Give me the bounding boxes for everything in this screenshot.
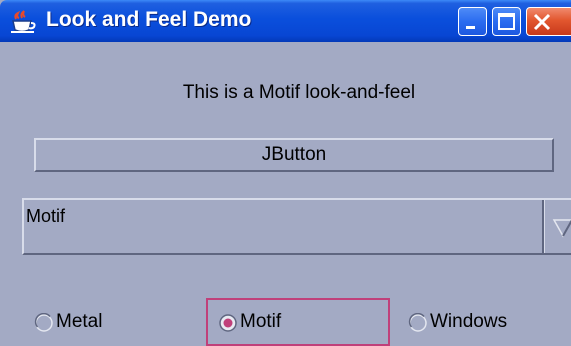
maximize-button[interactable] <box>492 7 521 36</box>
java-coffee-cup-icon <box>11 10 36 33</box>
radio-windows[interactable]: Windows <box>408 310 538 336</box>
look-and-feel-combo[interactable]: Motif <box>22 198 571 255</box>
radio-metal[interactable]: Metal <box>34 310 124 336</box>
minimize-button[interactable] <box>458 7 487 36</box>
radio-unselected-icon <box>34 313 53 332</box>
content-pane: This is a Motif look-and-feel JButton Mo… <box>0 42 571 346</box>
radio-label-windows: Windows <box>430 311 508 332</box>
maximize-icon <box>498 13 515 30</box>
radio-selected-icon <box>219 314 237 332</box>
combo-divider <box>542 200 545 253</box>
look-and-feel-label: This is a Motif look-and-feel <box>182 82 416 103</box>
minimize-icon <box>466 26 475 29</box>
jbutton[interactable]: JButton <box>34 138 554 172</box>
close-button[interactable] <box>526 7 571 36</box>
radio-motif[interactable]: Motif <box>218 310 308 336</box>
window-title: Look and Feel Demo <box>46 8 252 31</box>
look-and-feel-window: Look and Feel Demo This is a Motif look-… <box>0 0 571 346</box>
combo-selected-value: Motif <box>26 206 66 226</box>
radio-label-motif: Motif <box>240 311 282 332</box>
title-bar[interactable]: Look and Feel Demo <box>0 0 571 42</box>
close-icon <box>533 13 551 31</box>
radio-unselected-icon <box>408 313 427 332</box>
triangle-down-icon[interactable] <box>552 216 571 238</box>
radio-label-metal: Metal <box>56 311 103 332</box>
